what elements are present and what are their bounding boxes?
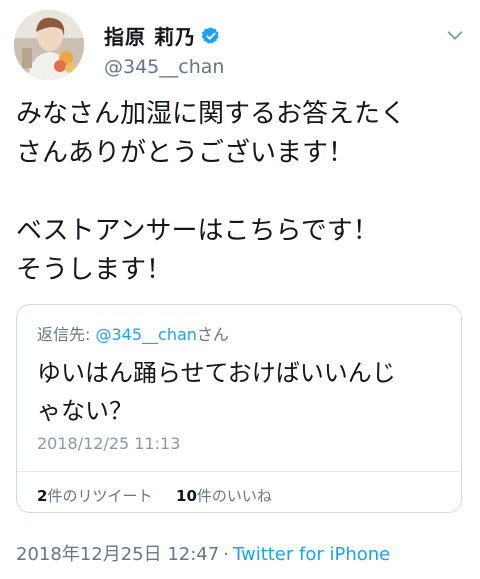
like-count: 10 [176, 487, 197, 505]
tweet-line: ベストアンサーはこちらです！ [16, 216, 379, 246]
avatar[interactable] [14, 10, 84, 80]
reply-to-handle[interactable]: @345__chan [95, 325, 196, 344]
quoted-line: ゃない？ [37, 397, 133, 425]
quoted-tweet-text: ゆいはん踊らせておけばいいんじ ゃない？ [37, 354, 447, 430]
chevron-down-icon[interactable] [444, 24, 466, 46]
user-handle[interactable]: @345__chan [104, 56, 224, 78]
reply-to-suffix: さん [196, 325, 229, 344]
retweet-count: 2 [37, 487, 48, 505]
quoted-stats: 2件のリツイート 10件のいいね [37, 485, 272, 506]
tweet-line: みなさん加湿に関するお答えたく [16, 99, 407, 129]
quoted-line: ゆいはん踊らせておけばいいんじ [37, 359, 396, 387]
tweet-line: さんありがとうございます！ [16, 138, 355, 168]
tweet-line-break [16, 173, 466, 212]
avatar-photo [14, 10, 84, 80]
reply-to-line: 返信先: @345__chanさん [37, 321, 229, 345]
tweet-header: 指原 莉乃 @345__chan [14, 10, 470, 80]
tweet-footer: 2018年12月25日 12:47 · Twitter for iPhone [16, 540, 390, 566]
retweet-stat[interactable]: 2件のリツイート [37, 487, 152, 505]
tweet-line: そうします！ [16, 255, 173, 285]
like-stat[interactable]: 10件のいいね [176, 487, 272, 505]
client-link[interactable]: Twitter for iPhone [233, 544, 390, 565]
tweet-text: みなさん加湿に関するお答えたく さんありがとうございます！ ベストアンサーはこち… [16, 95, 466, 290]
reply-to-prefix: 返信先: [37, 325, 96, 344]
quoted-timestamp: 2018/12/25 11:13 [37, 434, 181, 453]
quoted-tweet[interactable]: 返信先: @345__chanさん ゆいはん踊らせておけばいいんじ ゃない？ 2… [16, 304, 462, 513]
divider [17, 471, 461, 472]
like-label: 件のいいね [196, 487, 272, 505]
verified-badge-icon [201, 26, 219, 44]
tweet-timestamp[interactable]: 2018年12月25日 12:47 [16, 544, 219, 565]
retweet-label: 件のリツイート [47, 487, 153, 505]
display-name[interactable]: 指原 莉乃 [104, 21, 196, 50]
name-row: 指原 莉乃 [104, 21, 221, 50]
footer-separator: · [223, 544, 229, 565]
